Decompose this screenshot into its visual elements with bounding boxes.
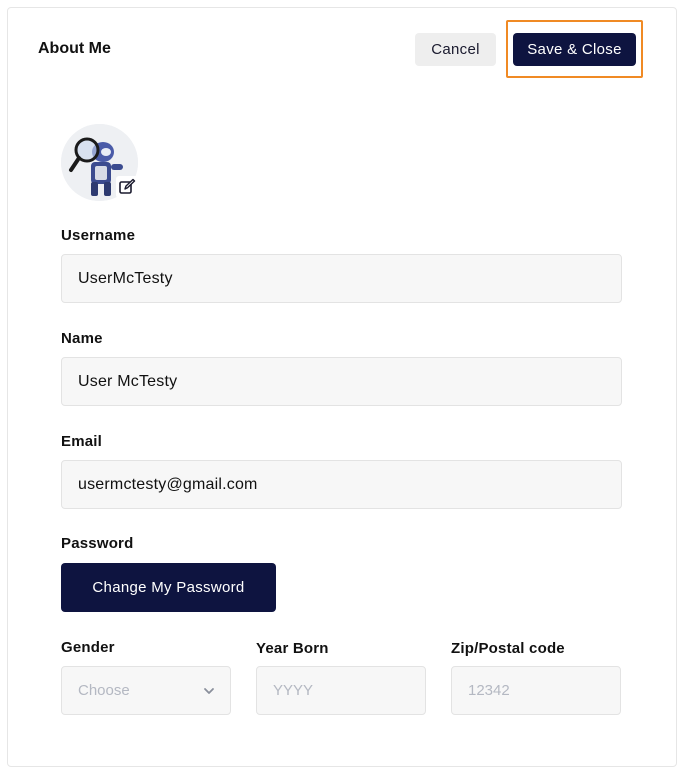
name-label: Name <box>61 330 103 347</box>
page-title: About Me <box>38 40 111 57</box>
zip-field[interactable]: 12342 <box>451 666 621 715</box>
gender-select[interactable]: Choose <box>61 666 231 715</box>
year-born-label: Year Born <box>256 640 329 657</box>
change-password-button[interactable]: Change My Password <box>61 563 276 612</box>
cancel-button[interactable]: Cancel <box>415 33 496 66</box>
password-label: Password <box>61 535 134 552</box>
username-field[interactable]: UserMcTesty <box>61 254 622 303</box>
chevron-down-icon <box>204 688 214 694</box>
year-born-field[interactable]: YYYY <box>256 666 426 715</box>
name-field[interactable]: User McTesty <box>61 357 622 406</box>
zip-label: Zip/Postal code <box>451 640 565 657</box>
gender-label: Gender <box>61 639 115 656</box>
save-close-button[interactable]: Save & Close <box>513 33 636 66</box>
gender-select-value: Choose <box>78 682 130 699</box>
email-field[interactable]: usermctesty@gmail.com <box>61 460 622 509</box>
edit-icon[interactable] <box>116 176 138 198</box>
username-label: Username <box>61 227 136 244</box>
email-label: Email <box>61 433 103 450</box>
